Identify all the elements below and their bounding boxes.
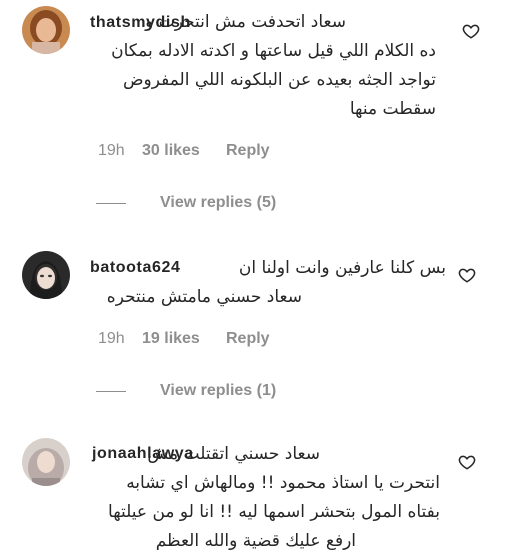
avatar[interactable] [22,251,70,299]
reply-button[interactable]: Reply [226,330,270,348]
timestamp[interactable]: 19h [98,330,142,348]
comment-meta: 19h 19 likes Reply [98,330,270,348]
comment-text-line: سقطت منها [349,99,436,119]
heart-outline-icon[interactable] [462,22,480,40]
username[interactable]: batoota624 [90,259,180,277]
likes-count[interactable]: 19 likes [142,330,226,348]
view-replies-button[interactable]: View replies (1) [96,382,276,400]
heart-outline-icon[interactable] [458,266,476,284]
divider [96,390,126,392]
likes-count[interactable]: 30 likes [142,142,226,160]
comment-text-line: سعاد حسني مامتش منتحره [106,287,302,307]
comment-text-line: سعاد اتحدفت مش انتحرت و [145,12,346,32]
comment-text-line: انتحرت يا استاذ محمود !! ومالهاش اي تشاب… [126,473,440,493]
comment-meta: 19h 30 likes Reply [98,142,270,160]
view-replies-label: View replies (1) [160,382,277,399]
avatar[interactable] [22,438,70,486]
timestamp[interactable]: 19h [98,142,142,160]
comment-text-line: سعاد حسني اتقتلت مش [147,444,320,464]
comment-text-line: بفتاه المول بتحشر اسمها ليه !! انا لو من… [108,502,440,522]
comment-text-line: بس كلنا عارفين وانت اولنا ان [238,258,446,278]
comment-text-line: ده الكلام اللي قيل ساعتها و اكدته الادله… [111,41,436,61]
comment-text-line: تواجد الجثه بعيده عن البلكونه اللي المفر… [122,70,436,90]
avatar[interactable] [22,6,70,54]
reply-button[interactable]: Reply [226,142,270,160]
heart-outline-icon[interactable] [458,453,476,471]
comment-text-line: ارفع عليك قضية والله العظم [155,531,356,551]
view-replies-label: View replies (5) [160,194,277,211]
view-replies-button[interactable]: View replies (5) [96,194,276,212]
divider [96,202,126,204]
